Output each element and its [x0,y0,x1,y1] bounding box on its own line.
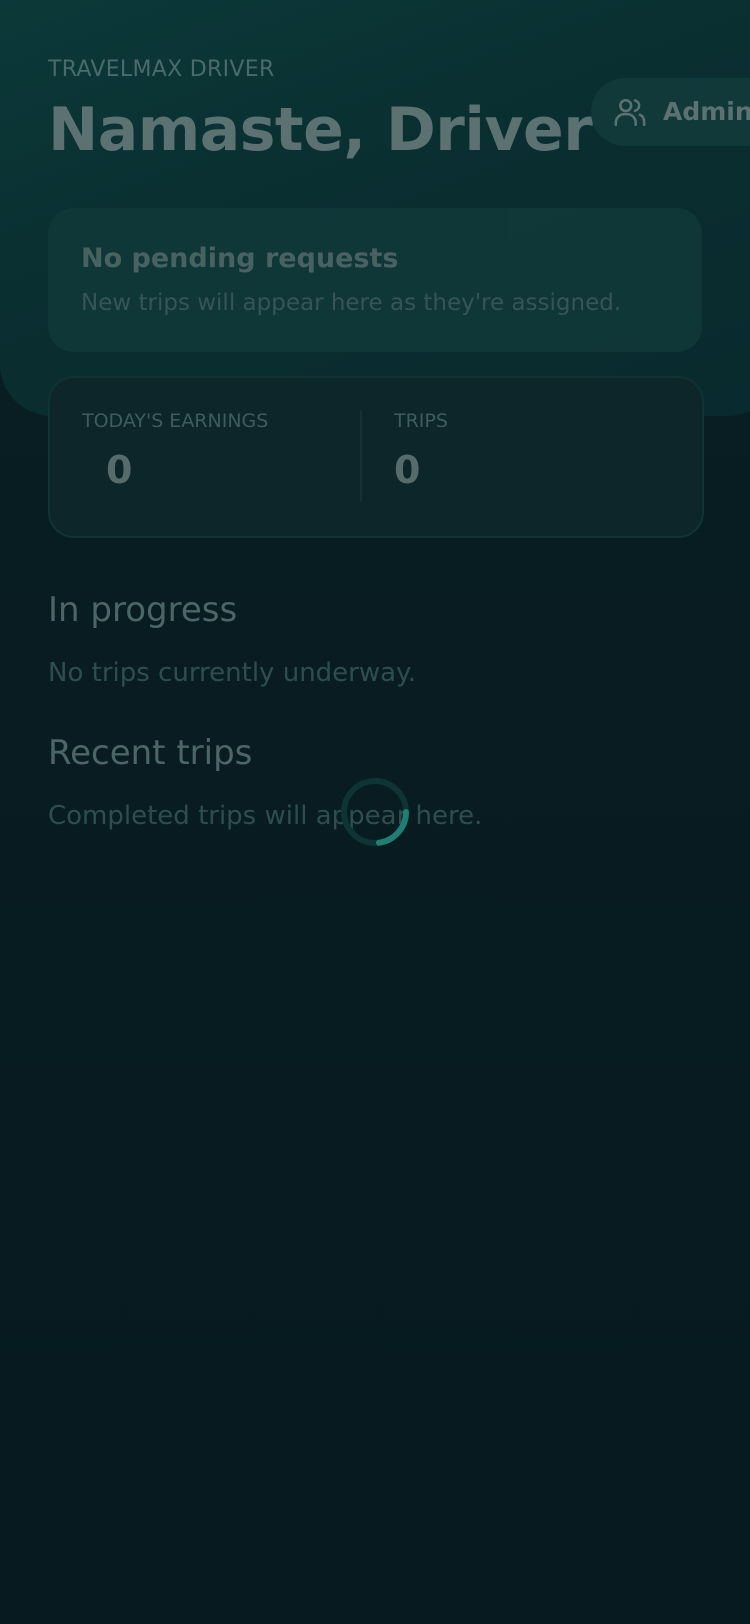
pending-title: No pending requests [81,243,399,274]
earnings-stat: TODAY'S EARNINGS 0 [82,410,268,492]
in-progress-empty: No trips currently underway. [48,658,416,688]
earnings-label: TODAY'S EARNINGS [82,410,269,432]
pending-subtitle: New trips will appear here as they're as… [81,290,622,316]
stats-divider [360,410,362,502]
driver-home-screen: TRAVELMAX DRIVER Namaste, Driver Admin N… [0,0,750,1624]
users-icon [614,98,646,127]
trips-label: TRIPS [394,410,448,432]
recent-trips-empty: Completed trips will appear here. [48,801,483,831]
in-progress-title: In progress [48,590,238,630]
app-eyebrow: TRAVELMAX DRIVER [48,57,275,82]
loading-spinner-icon [341,778,409,846]
pending-requests-card: No pending requests New trips will appea… [48,208,702,352]
stats-card: TODAY'S EARNINGS 0 TRIPS 0 [48,376,704,538]
admin-button[interactable]: Admin [591,78,750,146]
admin-button-label: Admin [663,97,750,126]
earnings-value: 0 [106,448,133,492]
recent-trips-title: Recent trips [48,733,253,773]
trips-stat: TRIPS 0 [394,410,448,492]
page-title: Namaste, Driver [48,95,593,165]
trips-value: 0 [394,448,421,492]
